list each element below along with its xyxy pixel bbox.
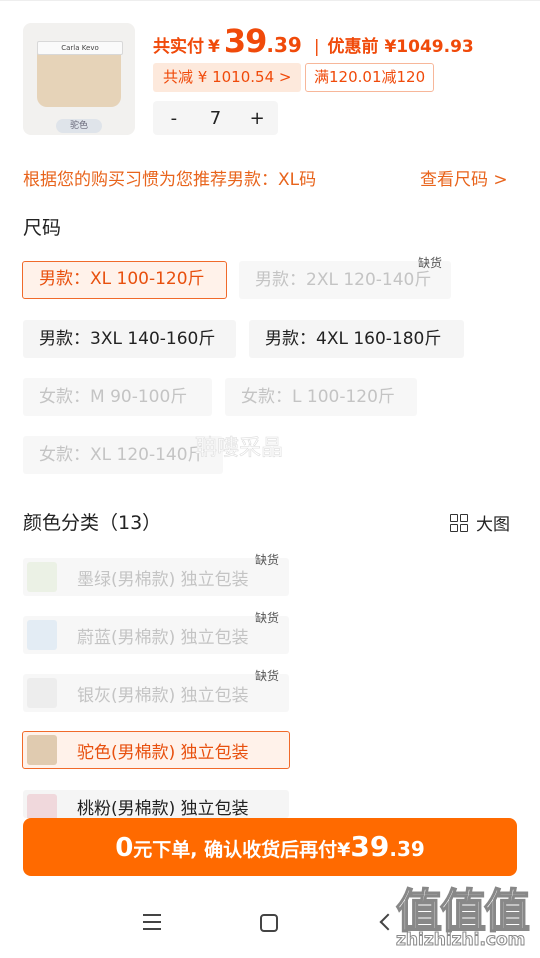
original-price: 优惠前 ¥1049.93 (327, 37, 474, 57)
discount-chip[interactable]: 共减 ¥ 1010.54 > (153, 63, 302, 92)
waistband-logo: Carla Kevo (37, 41, 123, 55)
color-option-selected[interactable]: 驼色(男棉款) 独立包装 (22, 731, 290, 769)
size-option[interactable]: 女款：XL 120-140斤 (23, 436, 223, 474)
color-option-label: 驼色(男棉款) 独立包装 (77, 742, 249, 763)
quantity-stepper: - 7 + (153, 101, 278, 135)
color-thumbnail (27, 678, 57, 708)
promo-chip: 满120.01减120 (305, 63, 435, 92)
price-integer: 39 (223, 22, 268, 60)
color-option-label: 墨绿(男棉款) 独立包装 (77, 569, 249, 590)
size-option[interactable]: 女款：M 90-100斤 (23, 378, 212, 416)
price-decimal: .39 (266, 33, 302, 57)
out-of-stock-badge: 缺货 (255, 611, 280, 625)
price-separator: | (313, 37, 320, 57)
out-of-stock-badge: 缺货 (255, 669, 280, 683)
qty-value[interactable]: 7 (195, 108, 237, 129)
home-icon[interactable] (260, 914, 278, 932)
watermark-username: 聃嘍采晶 (195, 436, 284, 462)
large-image-label: 大图 (476, 515, 510, 535)
order-text: 元下单, 确认收货后再付 (133, 839, 338, 861)
order-currency: ¥ (337, 839, 351, 861)
color-thumbnail (27, 620, 57, 650)
size-option[interactable]: 男款：3XL 140-160斤 (23, 320, 236, 358)
image-color-tag: 驼色 (56, 119, 102, 133)
color-title: 颜色分类（13） (23, 512, 162, 534)
color-thumbnail (27, 794, 57, 818)
order-price-decimal: .39 (389, 837, 425, 861)
color-option[interactable]: 蔚蓝(男棉款) 独立包装 (23, 616, 289, 654)
color-thumbnail (27, 735, 57, 765)
size-option[interactable]: 男款：4XL 160-180斤 (249, 320, 464, 358)
size-option[interactable]: 男款：XL 100-120斤 (22, 261, 227, 299)
large-image-toggle[interactable]: 大图 (450, 510, 510, 535)
size-title: 尺码 (23, 217, 62, 239)
color-option[interactable]: 银灰(男棉款) 独立包装 (23, 674, 289, 712)
product-image[interactable]: Carla Kevo 驼色 (23, 23, 135, 135)
grid-icon (450, 513, 468, 532)
order-zero: 0 (115, 833, 134, 863)
size-recommendation: 根据您的购买习惯为您推荐男款：XL码 (23, 170, 317, 190)
order-price-integer: 39 (350, 830, 390, 863)
qty-plus-button[interactable]: + (236, 108, 278, 129)
out-of-stock-badge: 缺货 (418, 256, 443, 270)
place-order-button[interactable]: 0元下单, 确认收货后再付¥39.39 (23, 818, 517, 876)
price-currency: ¥ (208, 37, 220, 57)
price-row: 共实付 ¥ 39 .39 | 优惠前 ¥1049.93 (153, 22, 474, 60)
color-thumbnail (27, 562, 57, 592)
view-size-link[interactable]: 查看尺码 > (420, 165, 508, 190)
watermark-url: zhizhizhi.com (395, 930, 526, 951)
color-option[interactable]: 墨绿(男棉款) 独立包装 (23, 558, 289, 596)
price-label: 共实付 (153, 37, 204, 57)
color-option-label: 蔚蓝(男棉款) 独立包装 (77, 627, 249, 648)
color-option-label: 桃粉(男棉款) 独立包装 (77, 799, 249, 818)
top-divider (0, 0, 540, 7)
qty-minus-button[interactable]: - (153, 108, 195, 129)
out-of-stock-badge: 缺货 (255, 553, 280, 567)
size-option[interactable]: 女款：L 100-120斤 (225, 378, 417, 416)
color-option-label: 银灰(男棉款) 独立包装 (77, 685, 249, 706)
menu-icon[interactable] (143, 914, 161, 930)
color-option[interactable]: 桃粉(男棉款) 独立包装 (23, 790, 289, 818)
back-icon[interactable] (379, 913, 397, 931)
